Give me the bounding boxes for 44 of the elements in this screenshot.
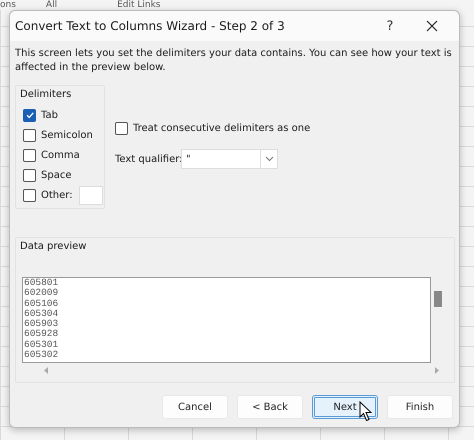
- checkbox[interactable]: [23, 128, 36, 142]
- checkbox[interactable]: [115, 122, 128, 135]
- group-title: Delimiters: [19, 88, 72, 101]
- scrollbar-thumb[interactable]: [434, 291, 442, 307]
- checkbox-label: Space: [41, 170, 72, 182]
- ribbon-label: Edit Links: [117, 0, 160, 10]
- close-button[interactable]: [425, 19, 439, 33]
- checkbox[interactable]: [23, 108, 36, 122]
- wizard-button[interactable]: Next: [312, 395, 378, 419]
- dropdown-value: ": [185, 154, 192, 164]
- checkbox-label: Treat consecutive delimiters as one: [133, 123, 310, 134]
- check-icon: [24, 110, 34, 120]
- scroll-left-icon: [44, 367, 49, 374]
- preview-row-text: 605903: [24, 319, 60, 330]
- text-qualifier-dropdown[interactable]: ": [181, 149, 278, 169]
- checkbox[interactable]: [23, 189, 36, 202]
- checkbox-label: Tab: [41, 110, 58, 121]
- preview-row-text: 605304: [24, 308, 60, 320]
- help-button[interactable]: ?: [380, 18, 400, 34]
- wizard-button[interactable]: Cancel: [162, 395, 228, 419]
- close-icon: [426, 20, 438, 32]
- preview-row-text: 605928: [24, 329, 60, 340]
- checkbox-label: Comma: [41, 150, 80, 161]
- preview-row-text: 602009: [24, 288, 60, 299]
- checkbox-label: Other:: [41, 190, 73, 202]
- ribbon-label: All: [46, 0, 58, 10]
- group-title: Data preview: [19, 240, 88, 253]
- chevron-down-icon: [264, 156, 274, 162]
- preview-row-text: 605801: [24, 278, 60, 288]
- checkbox-label: Semicolon: [41, 130, 93, 141]
- window-title: Convert Text to Columns Wizard - Step 2 of 3: [15, 19, 286, 33]
- preview-row-text: 605302: [24, 350, 60, 360]
- preview-row-text: 605106: [24, 298, 60, 309]
- wizard-button[interactable]: < Back: [237, 395, 303, 419]
- preview-row-text: 605301: [24, 340, 60, 350]
- checkbox[interactable]: [23, 149, 36, 162]
- mouse-pointer-icon: [359, 401, 373, 422]
- description-text: This screen lets you set the delimiters your data contains. You can see how your text is affected in the preview below.: [15, 47, 453, 75]
- checkbox[interactable]: [23, 169, 36, 182]
- ribbon-label: ons: [0, 0, 16, 10]
- scroll-right-icon: [434, 367, 439, 374]
- other-input-field[interactable]: [78, 186, 103, 206]
- wizard-button[interactable]: Finish: [387, 395, 453, 419]
- text-qualifier-label: Text qualifier:: [115, 154, 181, 164]
